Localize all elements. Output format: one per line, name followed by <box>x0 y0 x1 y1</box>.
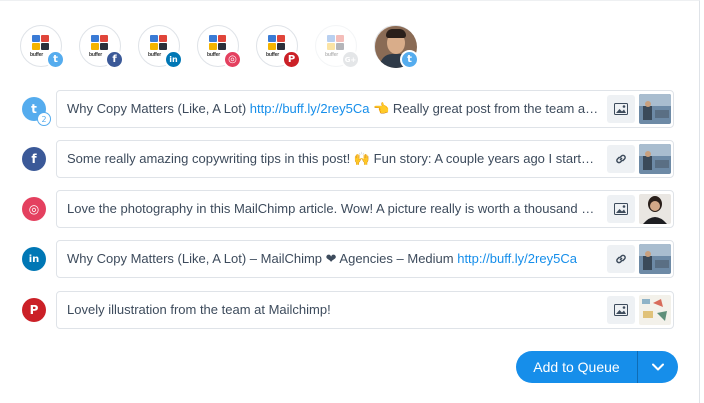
profile-avatar-buffer-instagram[interactable]: buffer ◎ <box>197 25 242 69</box>
attachment-thumbnail[interactable] <box>639 244 671 274</box>
post-editor[interactable]: Lovely illustration from the team at Mai… <box>56 291 674 329</box>
twitter-icon: t <box>46 50 65 69</box>
post-text[interactable]: Love the photography in this MailChimp a… <box>67 191 601 227</box>
post-editor[interactable]: Love the photography in this MailChimp a… <box>56 190 674 228</box>
post-editor[interactable]: Why Copy Matters (Like, A Lot) – MailChi… <box>56 240 674 278</box>
link-icon[interactable] <box>607 145 635 173</box>
post-row-pinterest: P Lovely illustration from the team at M… <box>20 291 674 329</box>
facebook-icon: f <box>22 147 46 171</box>
instagram-icon: ◎ <box>223 50 242 69</box>
image-icon[interactable] <box>607 195 635 223</box>
post-row-facebook: f Some really amazing copywriting tips i… <box>20 140 674 178</box>
twitter-icon: t <box>400 50 419 69</box>
image-icon[interactable] <box>607 95 635 123</box>
post-link[interactable]: http://buff.ly/2rey5Ca <box>250 101 370 116</box>
attachment-thumbnail[interactable] <box>639 144 671 174</box>
facebook-icon: f <box>105 50 124 69</box>
add-to-queue-button[interactable]: Add to Queue <box>516 351 638 383</box>
attachment-thumbnail[interactable] <box>639 94 671 124</box>
instagram-icon: ◎ <box>22 197 46 221</box>
linkedin-icon: in <box>22 247 46 271</box>
post-text[interactable]: Why Copy Matters (Like, A Lot) http://bu… <box>67 91 601 127</box>
google-plus-icon: G+ <box>341 50 360 69</box>
twitter-icon: t 2 <box>22 97 51 126</box>
linkedin-icon: in <box>164 50 183 69</box>
queue-options-button[interactable] <box>638 351 678 383</box>
profile-avatar-buffer-facebook[interactable]: buffer f <box>79 25 124 69</box>
profile-avatar-personal-twitter[interactable]: t <box>374 25 419 69</box>
image-icon[interactable] <box>607 296 635 324</box>
pinterest-icon: P <box>22 298 46 322</box>
post-row-twitter: t 2 Why Copy Matters (Like, A Lot) http:… <box>20 90 674 128</box>
link-icon[interactable] <box>607 245 635 273</box>
attachment-thumbnail[interactable] <box>639 295 671 325</box>
profile-avatar-buffer-googleplus[interactable]: buffer G+ <box>315 25 360 69</box>
post-link[interactable]: http://buff.ly/2rey5Ca <box>457 251 577 266</box>
post-editor[interactable]: Some really amazing copywriting tips in … <box>56 140 674 178</box>
post-row-linkedin: in Why Copy Matters (Like, A Lot) – Mail… <box>20 240 674 278</box>
post-text[interactable]: Why Copy Matters (Like, A Lot) – MailChi… <box>67 241 601 277</box>
attachment-thumbnail[interactable] <box>639 194 671 224</box>
composer-panel: buffer t buffer f buffer in buffer ◎ buf… <box>0 0 700 403</box>
chevron-down-icon <box>652 363 664 371</box>
add-to-queue-split-button: Add to Queue <box>516 351 678 383</box>
profile-avatar-buffer-linkedin[interactable]: buffer in <box>138 25 183 69</box>
post-row-instagram: ◎ Love the photography in this MailChimp… <box>20 190 674 228</box>
post-editor[interactable]: Why Copy Matters (Like, A Lot) http://bu… <box>56 90 674 128</box>
post-text[interactable]: Some really amazing copywriting tips in … <box>67 141 601 177</box>
post-text[interactable]: Lovely illustration from the team at Mai… <box>67 292 601 328</box>
pinterest-icon: P <box>282 50 301 69</box>
post-count-badge: 2 <box>37 112 51 126</box>
profile-avatar-buffer-twitter[interactable]: buffer t <box>20 25 65 69</box>
profile-avatar-buffer-pinterest[interactable]: buffer P <box>256 25 301 69</box>
